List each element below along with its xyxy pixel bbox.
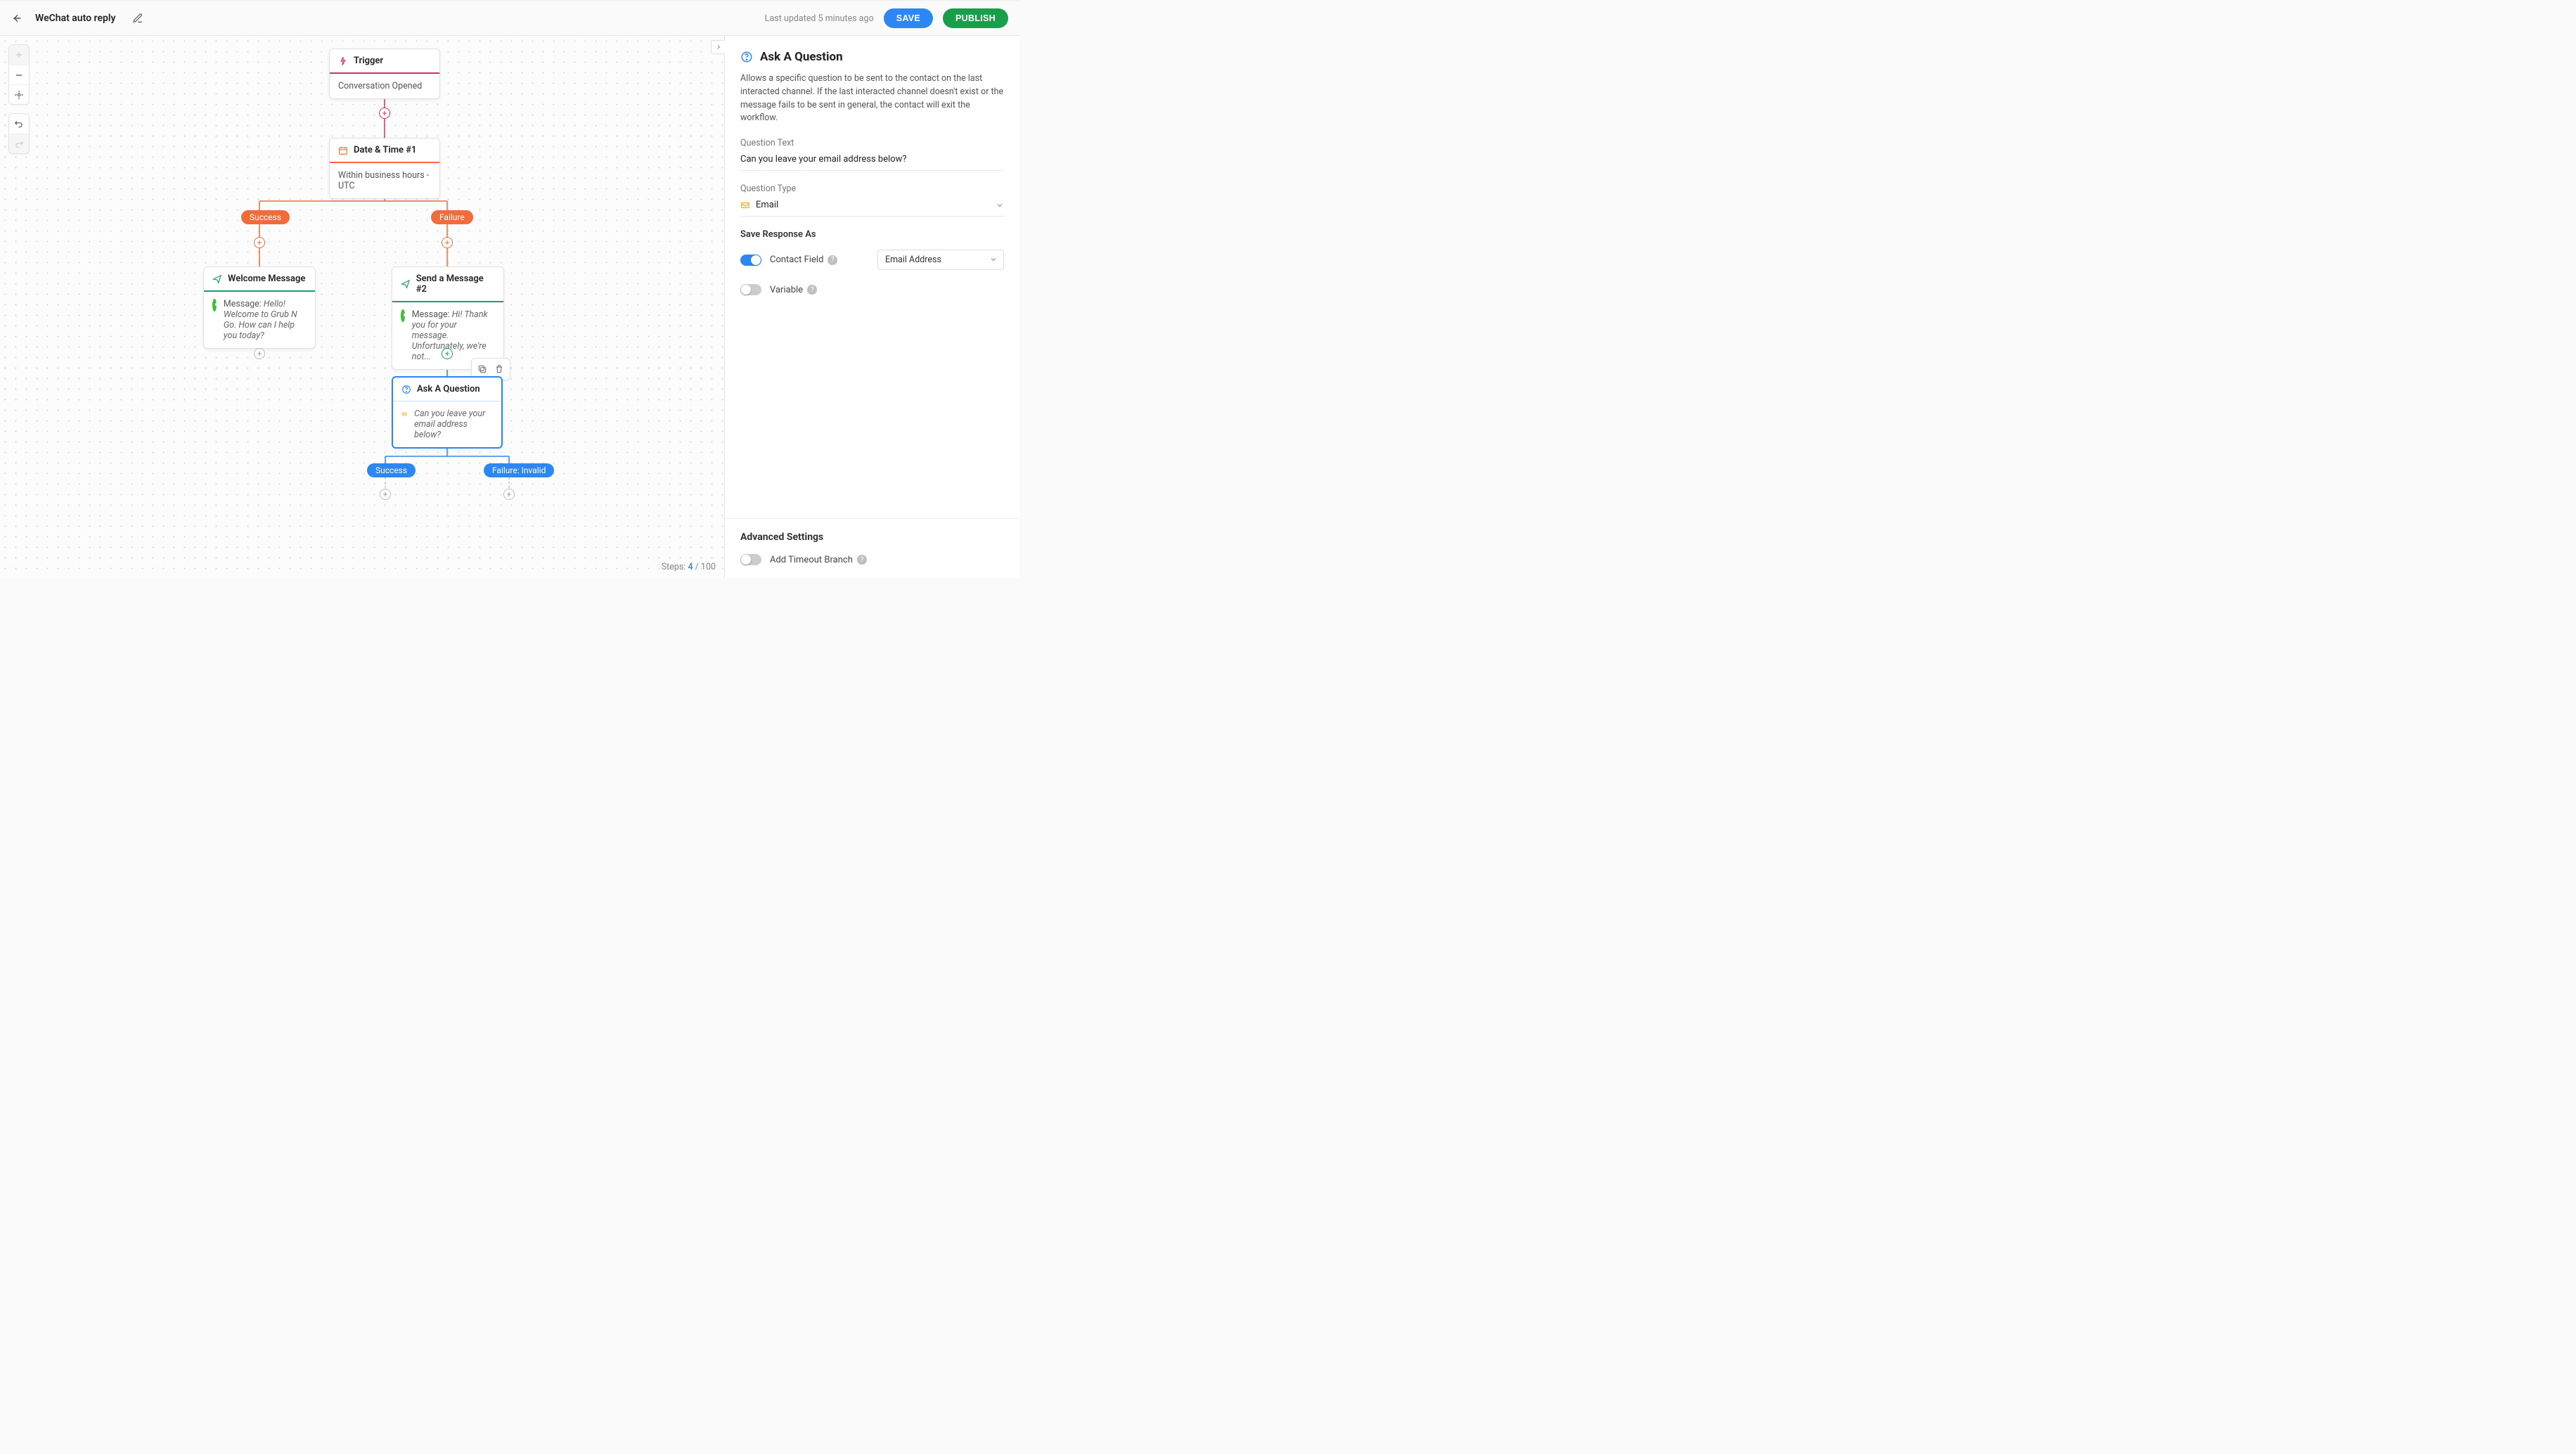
panel-title: Ask A Question bbox=[740, 50, 1004, 64]
timeout-branch-toggle[interactable] bbox=[740, 554, 761, 565]
last-updated-text: Last updated 5 minutes ago bbox=[765, 13, 874, 24]
add-step-button[interactable]: + bbox=[442, 348, 453, 359]
branch-pill-success[interactable]: Success bbox=[241, 210, 290, 224]
undo-button[interactable] bbox=[9, 114, 29, 134]
center-view-button[interactable] bbox=[9, 84, 29, 104]
variable-toggle[interactable] bbox=[740, 284, 761, 295]
workflow-title: WeChat auto reply bbox=[35, 13, 115, 24]
save-button[interactable]: SAVE bbox=[884, 8, 933, 28]
save-response-label: Save Response As bbox=[740, 229, 1004, 240]
node-body-text: Message: Hi! Thank you for your message.… bbox=[412, 309, 495, 362]
zoom-in-button bbox=[9, 45, 29, 65]
node-welcome-message[interactable]: Welcome Message Message: Hello! Welcome … bbox=[203, 266, 316, 349]
email-icon bbox=[740, 200, 750, 210]
side-panel: Ask A Question Allows a specific questio… bbox=[724, 36, 1019, 578]
send-icon bbox=[401, 279, 411, 289]
node-title: Ask A Question bbox=[417, 384, 480, 394]
collapse-panel-button[interactable] bbox=[711, 40, 725, 54]
help-icon[interactable]: ? bbox=[827, 255, 837, 265]
duplicate-node-button[interactable] bbox=[475, 361, 490, 377]
variable-label: Variable ? bbox=[770, 285, 817, 295]
redo-button bbox=[9, 134, 29, 153]
advanced-settings-title: Advanced Settings bbox=[740, 532, 1004, 543]
header: WeChat auto reply Last updated 5 minutes… bbox=[0, 0, 1019, 36]
wechat-icon bbox=[212, 299, 217, 311]
question-icon bbox=[740, 51, 753, 63]
contact-field-label: Contact Field ? bbox=[770, 255, 837, 265]
send-icon bbox=[212, 274, 222, 284]
step-counter: Steps: 4 / 100 bbox=[662, 562, 716, 572]
delete-node-button[interactable] bbox=[491, 361, 507, 377]
question-icon bbox=[401, 385, 411, 394]
chevron-down-icon bbox=[996, 201, 1004, 210]
contact-field-select[interactable]: Email Address bbox=[877, 250, 1004, 270]
branch-pill-failure[interactable]: Failure bbox=[431, 210, 473, 224]
advanced-settings-section: Advanced Settings Add Timeout Branch ? bbox=[725, 518, 1019, 578]
add-step-button[interactable]: + bbox=[380, 489, 391, 500]
branch-pill-failure-invalid[interactable]: Failure: Invalid bbox=[484, 463, 554, 477]
node-trigger[interactable]: Trigger Conversation Opened bbox=[329, 49, 440, 99]
connector-lines bbox=[0, 36, 724, 578]
trigger-icon bbox=[338, 56, 348, 66]
node-title: Trigger bbox=[354, 56, 383, 66]
timeout-branch-label: Add Timeout Branch ? bbox=[770, 555, 867, 565]
email-icon bbox=[401, 408, 407, 420]
node-title: Welcome Message bbox=[228, 274, 305, 284]
node-body-text: Can you leave your email address below? bbox=[414, 408, 493, 440]
contact-field-toggle[interactable] bbox=[740, 255, 761, 266]
node-datetime[interactable]: Date & Time #1 Within business hours - U… bbox=[329, 138, 440, 199]
help-icon[interactable]: ? bbox=[857, 555, 867, 565]
calendar-icon bbox=[338, 146, 348, 155]
workflow-canvas[interactable]: Trigger Conversation Opened + Date & Tim… bbox=[0, 36, 724, 578]
add-step-button[interactable]: + bbox=[503, 489, 515, 500]
question-text-input[interactable]: Can you leave your email address below? bbox=[740, 150, 1004, 171]
add-step-button[interactable]: + bbox=[379, 108, 390, 119]
add-step-button[interactable]: + bbox=[442, 237, 453, 248]
panel-description: Allows a specific question to be sent to… bbox=[740, 72, 1004, 125]
question-type-label: Question Type bbox=[740, 184, 1004, 194]
node-title: Send a Message #2 bbox=[416, 274, 495, 295]
chevron-down-icon bbox=[989, 255, 998, 264]
wechat-icon bbox=[401, 309, 405, 322]
node-ask-question[interactable]: Ask A Question Can you leave your email … bbox=[392, 376, 503, 449]
publish-button[interactable]: PUBLISH bbox=[943, 8, 1008, 28]
node-body-text: Within business hours - UTC bbox=[338, 170, 431, 191]
edit-title-icon[interactable] bbox=[132, 13, 143, 24]
node-body-text: Message: Hello! Welcome to Grub N Go. Ho… bbox=[224, 299, 307, 341]
question-type-select[interactable]: Email bbox=[740, 195, 1004, 217]
add-step-button[interactable]: + bbox=[254, 348, 265, 359]
node-title: Date & Time #1 bbox=[354, 145, 416, 155]
zoom-out-button[interactable] bbox=[9, 65, 29, 84]
help-icon[interactable]: ? bbox=[807, 285, 817, 295]
node-body-text: Conversation Opened bbox=[338, 81, 422, 91]
add-step-button[interactable]: + bbox=[254, 237, 265, 248]
question-text-label: Question Text bbox=[740, 138, 1004, 148]
branch-pill-success[interactable]: Success bbox=[367, 463, 416, 477]
back-arrow-icon[interactable] bbox=[11, 12, 24, 25]
